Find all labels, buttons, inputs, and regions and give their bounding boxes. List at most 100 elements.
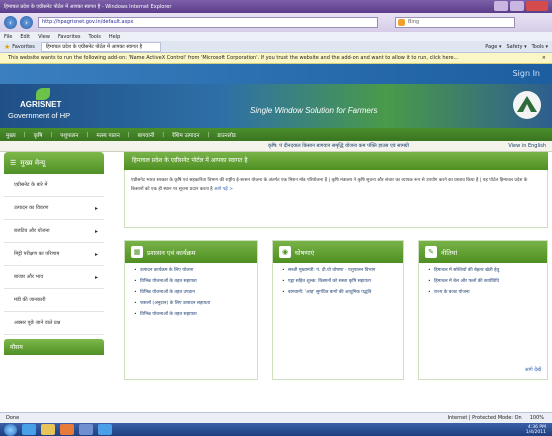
sidebar-item-soil-test[interactable]: मिट्टी परीक्षण का परिणाम ▸ xyxy=(4,243,104,266)
menu-tools[interactable]: Tools xyxy=(89,34,101,40)
status-bar: Done Internet | Protected Mode: On 100% xyxy=(0,412,552,423)
list-item[interactable]: उत्पादन कार्यक्रम के लिए योजना xyxy=(134,267,251,275)
window-switch-icon[interactable] xyxy=(79,424,93,435)
minimize-button[interactable] xyxy=(494,1,508,11)
document-icon: ✎ xyxy=(425,246,437,258)
chevron-right-icon: ▸ xyxy=(94,250,98,258)
sidebar-item-budget[interactable]: बजटिय और योजना ▸ xyxy=(4,220,104,243)
menu-favorites[interactable]: Favorites xyxy=(58,34,81,40)
window-title: हिमाचल प्रदेश के एग्रीसनेट पोर्टल में आप… xyxy=(4,3,172,10)
list-item[interactable]: विभिन्न योजनाओं के तहत सहायता xyxy=(134,311,251,319)
weather-title: मौसम xyxy=(10,344,23,351)
forward-button[interactable]: › xyxy=(20,16,33,29)
site-banner: AGRISNET Government of HP Single Window … xyxy=(0,84,552,128)
list-item[interactable]: राज्य के बजट योजना xyxy=(428,289,541,297)
ticker-text[interactable]: कृषि: पं दीनदयाल किसान बागवान समृद्धि यो… xyxy=(268,143,409,149)
nav-sericulture[interactable]: रेशिम उत्पादन xyxy=(172,131,199,139)
sidebar-item-mandi[interactable]: मंडी की जानकारी xyxy=(4,289,104,312)
favorites-button[interactable]: ★ Favorites xyxy=(4,43,35,51)
menu-bar: File Edit View Favorites Tools Help xyxy=(0,32,552,41)
list-item[interactable]: सब्जी मुख्यमंत्री: पं. दी.यो घोषणा - पशु… xyxy=(282,267,397,275)
schemes-header: ▦ प्रशासन एवं कार्यक्रम xyxy=(125,241,257,263)
list-item[interactable]: एड्रा सहित शुल्क: किसानों को सस्ता कृषि … xyxy=(282,278,397,286)
infobar-text: This website wants to run the following … xyxy=(8,55,459,61)
nav-fisheries[interactable]: मत्स्य पालन xyxy=(96,131,119,139)
view-english-link[interactable]: View in English xyxy=(508,143,546,149)
url-field[interactable]: http://hpagrisnet.gov.in/default.aspx xyxy=(38,17,378,28)
list-item[interactable]: हिमाचल में सब्जियों की बेहतर खेती हेतु xyxy=(428,267,541,275)
sidebar-item-label: मिट्टी परीक्षण का परिणाम xyxy=(14,251,60,257)
media-player-icon[interactable] xyxy=(60,424,74,435)
sidebar-item-faq[interactable]: अक्सर पूछे जाने वाले प्रश्न xyxy=(4,312,104,335)
title-bar: हिमाचल प्रदेश के एग्रीसनेट पोर्टल में आप… xyxy=(0,0,552,13)
announcements-header: ◉ घोषणाएं xyxy=(273,241,403,263)
browser-tab[interactable]: हिमाचल प्रदेश के एग्रीसनेट पोर्टल में आप… xyxy=(40,41,161,52)
menu-edit[interactable]: Edit xyxy=(20,34,30,40)
menu-icon: ☰ xyxy=(10,159,17,167)
nav-animal-husbandry[interactable]: पशुपालन xyxy=(60,131,78,139)
maximize-button[interactable] xyxy=(510,1,524,11)
menu-file[interactable]: File xyxy=(4,34,12,40)
megaphone-icon: ◉ xyxy=(279,246,291,258)
sidebar-item-label: बाजार और भाव xyxy=(14,274,44,280)
list-item[interactable]: विभिन्न योजनाओं के तहत सहायता xyxy=(134,278,251,286)
sidebar-item-production[interactable]: उत्पादन का विवरण ▸ xyxy=(4,197,104,220)
schemes-list: उत्पादन कार्यक्रम के लिए योजना विभिन्न य… xyxy=(125,263,257,319)
security-zone[interactable]: Internet | Protected Mode: On xyxy=(447,415,521,421)
search-input[interactable]: Bing xyxy=(395,17,515,28)
nav-home[interactable]: मुख्य xyxy=(6,131,16,139)
favorites-label: Favorites xyxy=(12,43,35,50)
view-more-link[interactable]: आगे देखें xyxy=(525,367,541,373)
close-button[interactable] xyxy=(526,1,548,11)
site-tagline: Single Window Solution for Farmers xyxy=(250,106,378,115)
sidebar-item-market[interactable]: बाजार और भाव ▸ xyxy=(4,266,104,289)
logo-word: AGRISNET xyxy=(20,100,62,109)
back-button[interactable]: ‹ xyxy=(4,16,17,29)
browser-window: हिमाचल प्रदेश के एग्रीसनेट पोर्टल में आप… xyxy=(0,0,552,436)
nav-download[interactable]: डाउनलोड xyxy=(217,131,236,139)
zoom-level[interactable]: 100% xyxy=(530,415,552,421)
chevron-right-icon: ▸ xyxy=(94,204,98,212)
announcements-title: घोषणाएं xyxy=(295,248,315,257)
clock-time: 4:36 PM xyxy=(527,424,546,430)
sidebar-item-label: मंडी की जानकारी xyxy=(14,297,46,303)
leaf-icon xyxy=(36,88,50,100)
favorites-bar: ★ Favorites हिमाचल प्रदेश के एग्रीसनेट प… xyxy=(0,41,552,53)
news-ticker: कृषि: पं दीनदयाल किसान बागवान समृद्धि यो… xyxy=(0,141,552,152)
sidebar-header: ☰ मुख्य मेन्यू xyxy=(4,152,104,174)
chevron-right-icon: ▸ xyxy=(94,273,98,281)
welcome-body: एग्रीसनेट भारत सरकार के कृषि एवं सहकारित… xyxy=(124,170,548,228)
policies-title: नीतियां xyxy=(441,248,458,257)
list-item[interactable]: बागवानी: 'आह' सुगंधित बागों की आधुनिक पद… xyxy=(282,289,397,297)
folder-icon[interactable] xyxy=(41,424,55,435)
announcements-box: ◉ घोषणाएं सब्जी मुख्यमंत्री: पं. दी.यो घ… xyxy=(272,240,404,380)
schemes-title: प्रशासन एवं कार्यक्रम xyxy=(147,248,196,257)
sidebar-item-about[interactable]: एग्रीसनेट के बारे में xyxy=(4,174,104,197)
nav-agriculture[interactable]: कृषि xyxy=(34,131,43,139)
menu-help[interactable]: Help xyxy=(109,34,120,40)
address-bar: ‹ › http://hpagrisnet.gov.in/default.asp… xyxy=(0,13,552,32)
menu-view[interactable]: View xyxy=(38,34,50,40)
state-emblem-icon xyxy=(513,91,541,119)
safety-menu[interactable]: Safety ▾ xyxy=(506,44,526,50)
list-item[interactable]: विभिन्न योजनाओं के तहत उपदान xyxy=(134,289,251,297)
list-item[interactable]: हिमाचल में बेल और फलों की कार्यविधि xyxy=(428,278,541,286)
read-more-link[interactable]: आगे पढ़ें > xyxy=(214,187,233,192)
signin-strip: Sign In xyxy=(0,64,552,84)
information-bar[interactable]: This website wants to run the following … xyxy=(0,53,552,64)
page-menu[interactable]: Page ▾ xyxy=(485,44,501,50)
clock-date: 1/4/2011 xyxy=(525,429,546,435)
welcome-text: एग्रीसनेट भारत सरकार के कृषि एवं सहकारित… xyxy=(131,178,528,192)
announcements-list: सब्जी मुख्यमंत्री: पं. दी.यो घोषणा - पशु… xyxy=(273,263,403,297)
close-icon[interactable]: × xyxy=(542,53,546,63)
tools-menu[interactable]: Tools ▾ xyxy=(532,44,548,50)
nav-horticulture[interactable]: बागवानी xyxy=(138,131,155,139)
start-button[interactable] xyxy=(4,423,17,436)
policies-list: हिमाचल में सब्जियों की बेहतर खेती हेतु ह… xyxy=(419,263,547,297)
browser-task-icon[interactable] xyxy=(98,424,112,435)
list-item[interactable]: फसलों (अनुदान) के लिए उत्पादन सहायता xyxy=(134,300,251,308)
signin-link[interactable]: Sign In xyxy=(513,69,540,78)
internet-explorer-icon[interactable] xyxy=(22,424,36,435)
weather-header: मौसम xyxy=(4,339,104,355)
policies-header: ✎ नीतियां xyxy=(419,241,547,263)
